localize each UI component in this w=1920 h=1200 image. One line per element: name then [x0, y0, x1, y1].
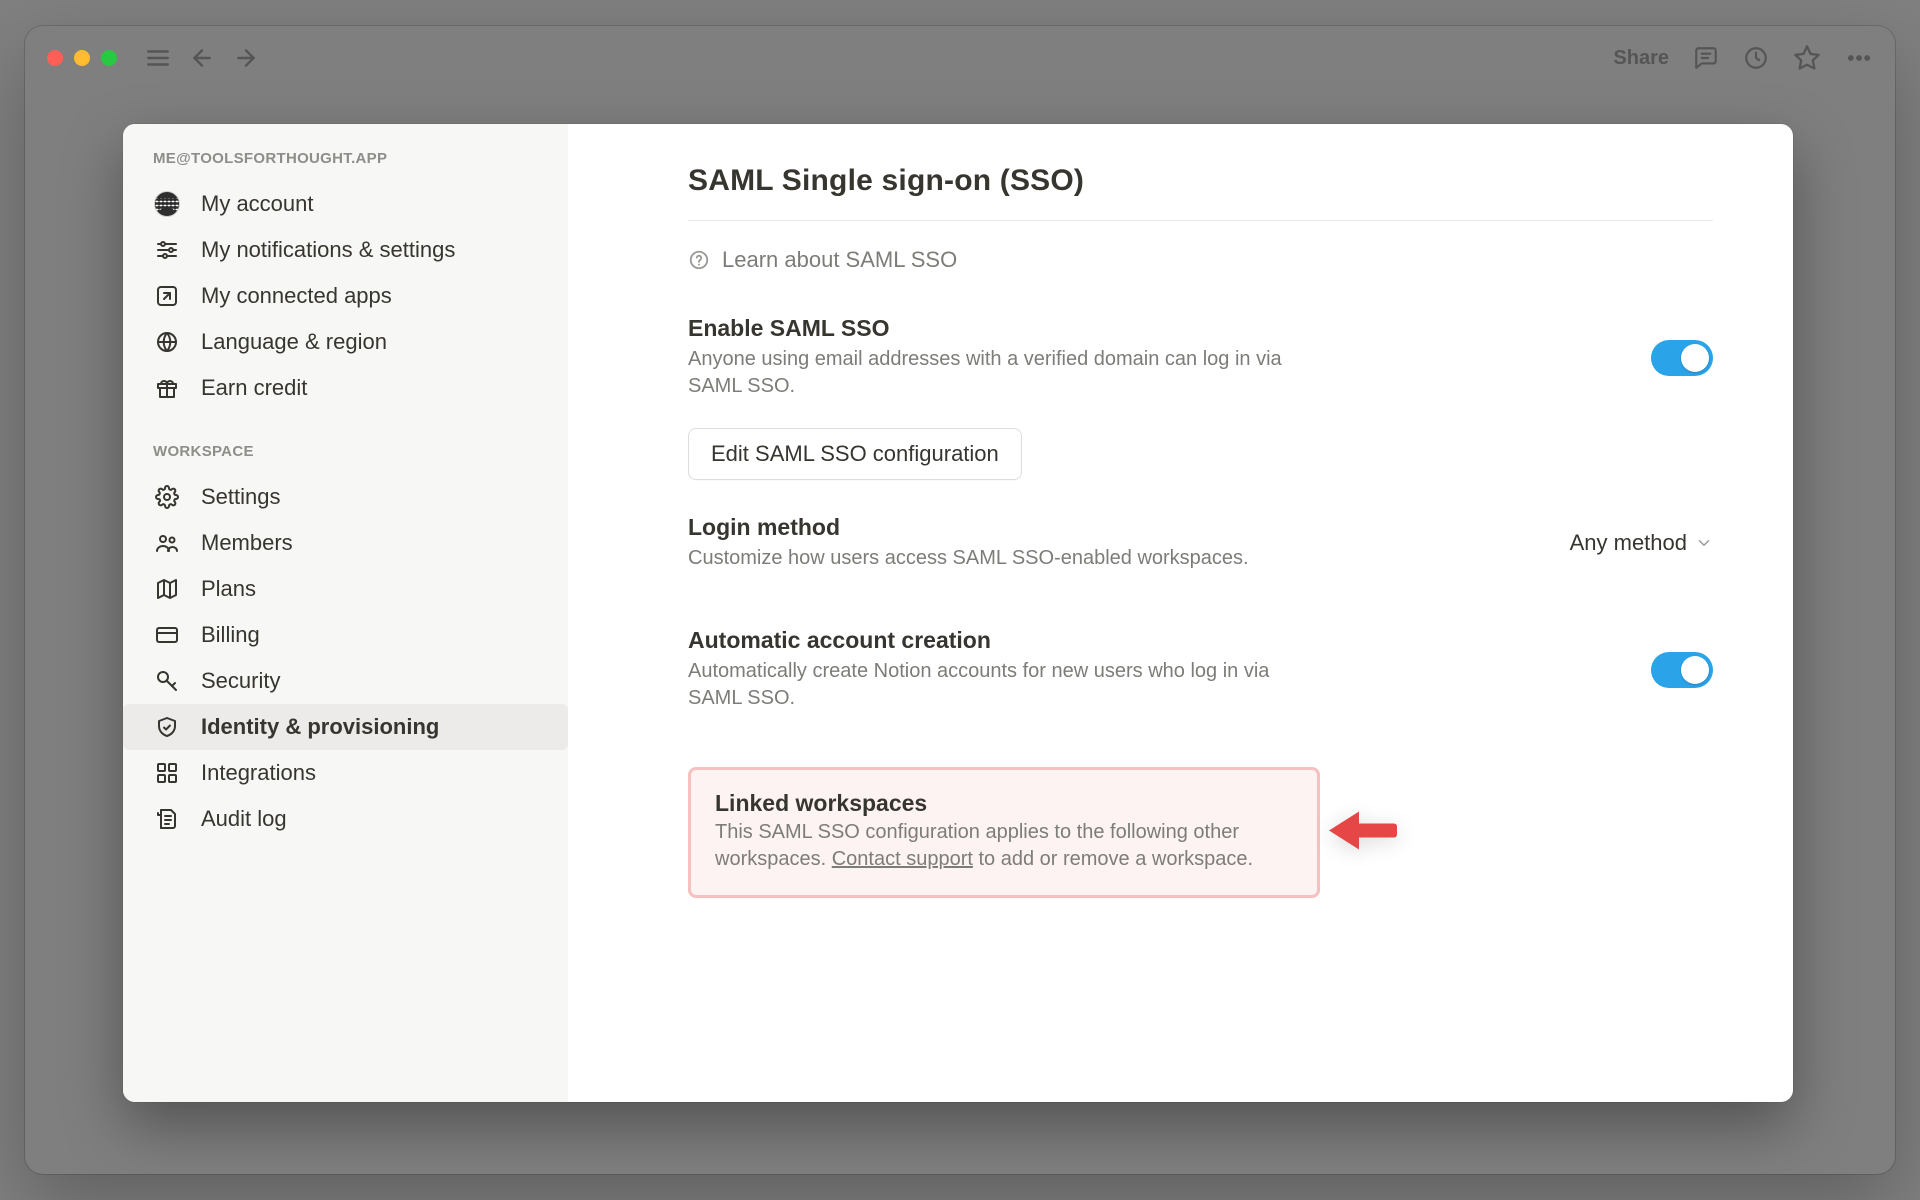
sidebar-item-label: My account [201, 191, 314, 217]
external-link-icon [153, 284, 181, 308]
sidebar-item-label: Identity & provisioning [201, 714, 439, 740]
page-title: SAML Single sign-on (SSO) [688, 164, 1713, 221]
sidebar-item-earn-credit[interactable]: Earn credit [123, 365, 568, 411]
star-icon[interactable] [1793, 44, 1821, 72]
clock-icon[interactable] [1743, 45, 1769, 71]
setting-title: Automatic account creation [688, 627, 1288, 654]
sidebar-item-label: Earn credit [201, 375, 307, 401]
settings-sidebar: ME@TOOLSFORTHOUGHT.APP My account My not… [123, 124, 568, 1102]
linked-workspaces-callout: Linked workspaces This SAML SSO configur… [688, 767, 1320, 898]
sidebar-item-language[interactable]: Language & region [123, 319, 568, 365]
sidebar-item-label: My connected apps [201, 283, 392, 309]
globe-icon [153, 330, 181, 354]
zoom-window[interactable] [101, 50, 117, 66]
sidebar-item-settings[interactable]: Settings [123, 474, 568, 520]
sidebar-item-identity[interactable]: Identity & provisioning [123, 704, 568, 750]
sidebar-item-members[interactable]: Members [123, 520, 568, 566]
sidebar-item-connected-apps[interactable]: My connected apps [123, 273, 568, 319]
setting-desc: Customize how users access SAML SSO-enab… [688, 545, 1249, 572]
sidebar-item-label: Settings [201, 484, 281, 510]
sidebar-item-notifications[interactable]: My notifications & settings [123, 227, 568, 273]
contact-support-link[interactable]: Contact support [832, 848, 973, 870]
titlebar: Share [25, 26, 1895, 90]
key-icon [153, 669, 181, 693]
help-icon [688, 249, 710, 271]
setting-desc: This SAML SSO configuration applies to t… [715, 819, 1293, 873]
sidebar-item-my-account[interactable]: My account [123, 181, 568, 227]
sliders-icon [153, 238, 181, 262]
map-icon [153, 577, 181, 601]
gear-icon [153, 485, 181, 509]
members-icon [153, 531, 181, 555]
settings-content: SAML Single sign-on (SSO) Learn about SA… [568, 124, 1793, 1102]
minimize-window[interactable] [74, 50, 90, 66]
sidebar-item-plans[interactable]: Plans [123, 566, 568, 612]
sidebar-item-label: Plans [201, 576, 256, 602]
setting-desc: Automatically create Notion accounts for… [688, 658, 1288, 712]
sidebar-workspace-header: WORKSPACE [123, 443, 568, 474]
comment-icon[interactable] [1693, 45, 1719, 71]
sidebar-item-billing[interactable]: Billing [123, 612, 568, 658]
setting-auto-account: Automatic account creation Automatically… [688, 627, 1713, 734]
login-method-select[interactable]: Any method [1570, 530, 1713, 556]
settings-modal: ME@TOOLSFORTHOUGHT.APP My account My not… [123, 124, 1793, 1102]
more-icon[interactable] [1845, 44, 1873, 72]
annotation-arrow-icon [1329, 805, 1403, 860]
edit-saml-config-button[interactable]: Edit SAML SSO configuration [688, 428, 1022, 480]
learn-label: Learn about SAML SSO [722, 247, 957, 273]
gift-icon [153, 376, 181, 400]
sidebar-item-label: Language & region [201, 329, 387, 355]
avatar-icon [153, 191, 181, 217]
sidebar-item-audit-log[interactable]: Audit log [123, 796, 568, 842]
learn-link[interactable]: Learn about SAML SSO [688, 247, 1713, 273]
app-window: Share [25, 26, 1895, 1174]
sidebar-account-header: ME@TOOLSFORTHOUGHT.APP [123, 150, 568, 181]
share-label[interactable]: Share [1613, 47, 1669, 70]
menu-icon[interactable] [145, 45, 171, 71]
sidebar-item-label: Members [201, 530, 293, 556]
log-icon [153, 807, 181, 831]
setting-enable-saml: Enable SAML SSO Anyone using email addre… [688, 315, 1713, 422]
setting-title: Enable SAML SSO [688, 315, 1288, 342]
forward-icon[interactable] [233, 45, 259, 71]
sidebar-item-label: Security [201, 668, 280, 694]
sidebar-item-label: My notifications & settings [201, 237, 455, 263]
sidebar-item-security[interactable]: Security [123, 658, 568, 704]
setting-title: Linked workspaces [715, 790, 1293, 817]
shield-icon [153, 715, 181, 739]
setting-desc: Anyone using email addresses with a veri… [688, 346, 1288, 400]
toggle-auto-account[interactable] [1651, 652, 1713, 688]
close-window[interactable] [47, 50, 63, 66]
sidebar-item-label: Audit log [201, 806, 287, 832]
sidebar-item-label: Billing [201, 622, 260, 648]
back-icon[interactable] [189, 45, 215, 71]
traffic-lights[interactable] [47, 50, 117, 66]
setting-login-method: Login method Customize how users access … [688, 514, 1713, 594]
setting-title: Login method [688, 514, 1249, 541]
grid-icon [153, 761, 181, 785]
select-value: Any method [1570, 530, 1687, 556]
credit-card-icon [153, 623, 181, 647]
toggle-enable-saml[interactable] [1651, 340, 1713, 376]
sidebar-item-label: Integrations [201, 760, 316, 786]
callout-text-b: to add or remove a workspace. [973, 848, 1253, 870]
sidebar-item-integrations[interactable]: Integrations [123, 750, 568, 796]
